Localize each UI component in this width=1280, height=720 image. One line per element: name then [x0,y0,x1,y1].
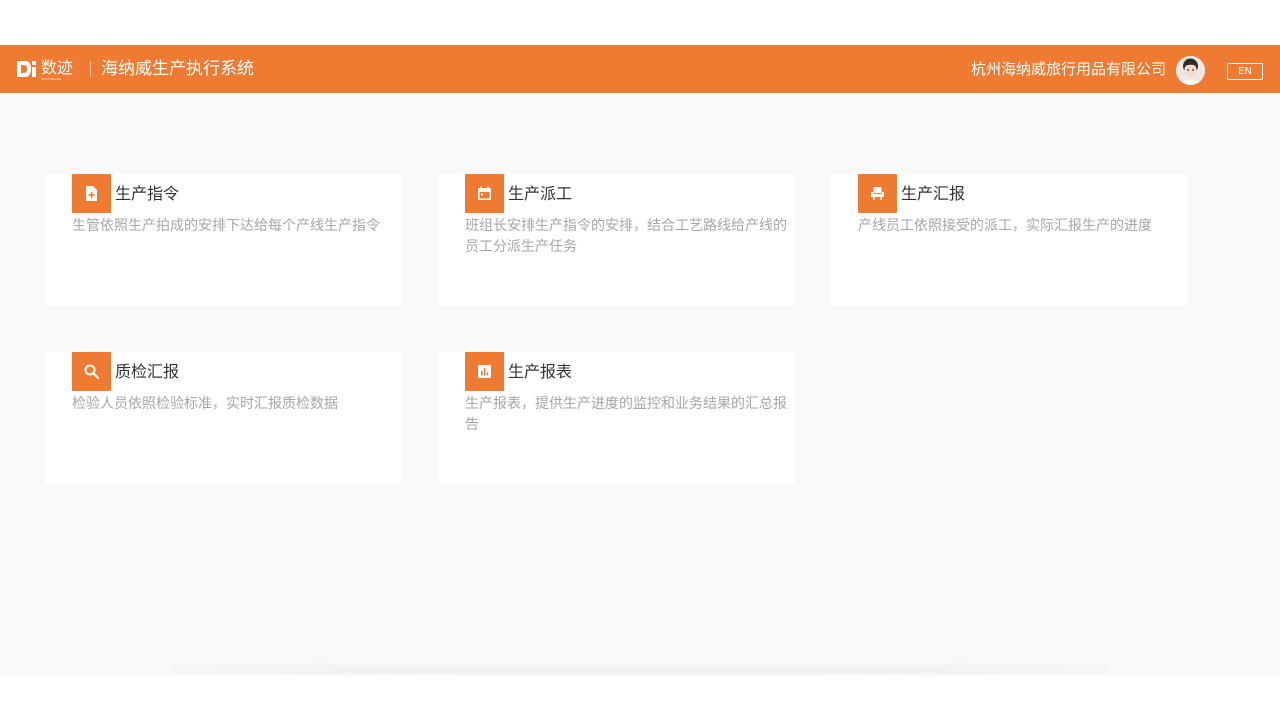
card-icon-box [72,352,111,391]
card-description: 生产报表，提供生产进度的监控和业务结果的汇总报告 [465,396,787,433]
card-description: 检验人员依照检验标准，实时汇报质检数据 [72,396,338,412]
bottom-shadow [170,660,1110,676]
card-description: 班组长安排生产指令的安排，结合工艺路线给产线的员工分派生产任务 [465,218,787,255]
card-production-statistics[interactable]: 生产报表 生产报表，提供生产进度的监控和业务结果的汇总报告 [438,352,795,484]
card-production-order[interactable]: 生产指令 生管依照生产拍成的安排下达给每个产线生产指令 [45,174,402,306]
calendar-icon [478,186,491,200]
logo[interactable]: 数迹 SHUJI DIGITAL [17,58,77,81]
bar-chart-icon [478,365,491,378]
header-divider [90,61,91,77]
card-icon-box [465,352,504,391]
logo-subtext: SHUJI DIGITAL [41,77,62,81]
avatar[interactable] [1176,56,1205,85]
system-title: 海纳威生产执行系统 [101,59,254,79]
top-header: 数迹 SHUJI DIGITAL 海纳威生产执行系统 杭州海纳威旅行用品有限公司… [0,45,1280,93]
logo-mark-icon [17,61,36,77]
card-production-report[interactable]: 生产汇报 产线员工依照接受的派工，实际汇报生产的进度 [831,174,1188,306]
language-toggle-button[interactable]: EN [1227,63,1263,80]
search-icon [84,364,100,380]
card-title: 生产汇报 [901,184,966,203]
company-name: 杭州海纳威旅行用品有限公司 [970,60,1166,78]
file-add-icon [86,186,97,201]
card-title: 质检汇报 [115,362,180,381]
user-avatar-icon [1176,56,1205,85]
card-description: 产线员工依照接受的派工，实际汇报生产的进度 [858,218,1152,234]
card-icon-box [858,174,897,213]
card-icon-box [465,174,504,213]
card-title: 生产报表 [508,362,573,381]
card-quality-report[interactable]: 质检汇报 检验人员依照检验标准，实时汇报质检数据 [45,352,402,484]
card-description: 生管依照生产拍成的安排下达给每个产线生产指令 [72,218,380,234]
card-title: 生产指令 [115,184,180,203]
page: 数迹 SHUJI DIGITAL 海纳威生产执行系统 杭州海纳威旅行用品有限公司… [0,0,1280,720]
card-title: 生产派工 [508,184,573,203]
logo-text: 数迹 [41,58,74,77]
main-content: 生产指令 生管依照生产拍成的安排下达给每个产线生产指令 生产派工 班组长安排生产… [0,93,1280,675]
card-production-dispatch[interactable]: 生产派工 班组长安排生产指令的安排，结合工艺路线给产线的员工分派生产任务 [438,174,795,306]
chair-icon [871,187,884,200]
card-icon-box [72,174,111,213]
